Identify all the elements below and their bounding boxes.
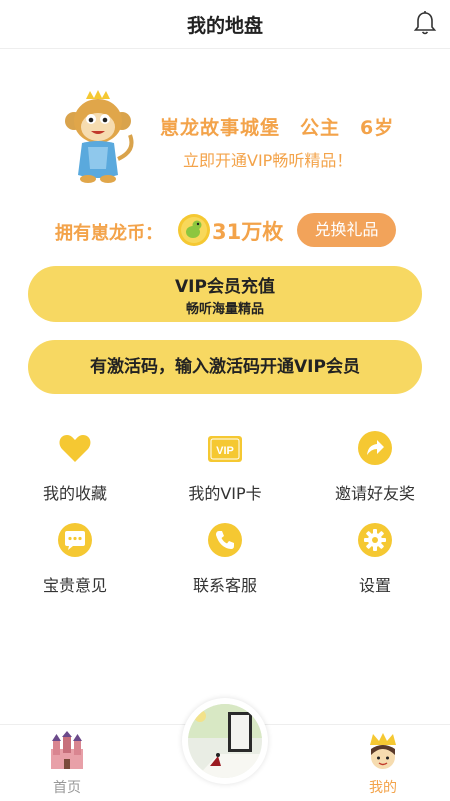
story-door-icon <box>188 704 262 778</box>
top-bar: 我的地盘 <box>0 0 450 49</box>
redeem-gift-button[interactable]: 兑换礼品 <box>297 213 396 247</box>
menu-item-feedback[interactable]: 宝贵意见 <box>0 522 150 602</box>
tab-mine-label: 我的 <box>369 780 397 796</box>
chat-bubble-icon <box>58 523 92 557</box>
coins-row: 拥有崽龙币： 31万枚 兑换礼品 <box>0 210 450 254</box>
gear-icon <box>358 523 392 557</box>
vip-recharge-subtitle: 畅听海量精品 <box>185 302 264 317</box>
profile-name-line: 崽龙故事城堡 公主 6岁 <box>160 113 414 140</box>
coin-icon <box>178 214 210 246</box>
vip-card-icon: VIP <box>208 436 242 462</box>
story-name: 崽龙故事城堡 <box>160 117 281 139</box>
menu-item-invite[interactable]: 邀请好友奖 <box>300 430 450 510</box>
menu-item-label: 邀请好友奖 <box>334 484 415 503</box>
bell-icon[interactable] <box>412 10 438 36</box>
heart-icon <box>59 435 91 462</box>
share-icon <box>358 431 392 465</box>
menu-item-customer-service[interactable]: 联系客服 <box>150 522 300 602</box>
tab-mine[interactable]: 我的 <box>338 725 428 801</box>
tab-home[interactable]: 首页 <box>22 725 112 801</box>
menu-item-label: 我的VIP卡 <box>188 484 262 503</box>
menu-item-vip-card[interactable]: VIP 我的VIP卡 <box>150 430 300 510</box>
svg-text:VIP: VIP <box>216 445 234 457</box>
phone-icon <box>208 523 242 557</box>
menu-item-label: 宝贵意见 <box>42 576 107 595</box>
crowned-kid-icon <box>370 733 396 769</box>
monkey-avatar[interactable] <box>58 89 138 189</box>
profile-section: 崽龙故事城堡 公主 6岁 立即开通VIP畅听精品！ <box>0 85 450 195</box>
menu-item-label: 联系客服 <box>192 576 257 595</box>
page-title: 我的地盘 <box>186 15 263 37</box>
vip-recharge-button[interactable]: VIP会员充值 畅听海量精品 <box>28 266 422 322</box>
castle-icon <box>51 731 83 769</box>
profile-age: 6岁 <box>360 117 395 139</box>
vip-recharge-title: VIP会员充值 <box>175 277 275 297</box>
coins-label: 拥有崽龙币： <box>55 223 163 244</box>
menu-item-settings[interactable]: 设置 <box>300 522 450 602</box>
menu-item-label: 我的收藏 <box>42 484 107 503</box>
coins-value: 31万枚 <box>212 220 284 244</box>
menu-item-favorites[interactable]: 我的收藏 <box>0 430 150 510</box>
menu-item-label: 设置 <box>358 576 391 595</box>
center-story-button[interactable] <box>182 698 268 784</box>
profile-role: 公主 <box>300 117 341 139</box>
activation-code-button[interactable]: 有激活码，输入激活码开通VIP会员 <box>28 340 422 394</box>
tab-home-label: 首页 <box>53 780 81 796</box>
vip-promo-text[interactable]: 立即开通VIP畅听精品！ <box>183 147 352 171</box>
